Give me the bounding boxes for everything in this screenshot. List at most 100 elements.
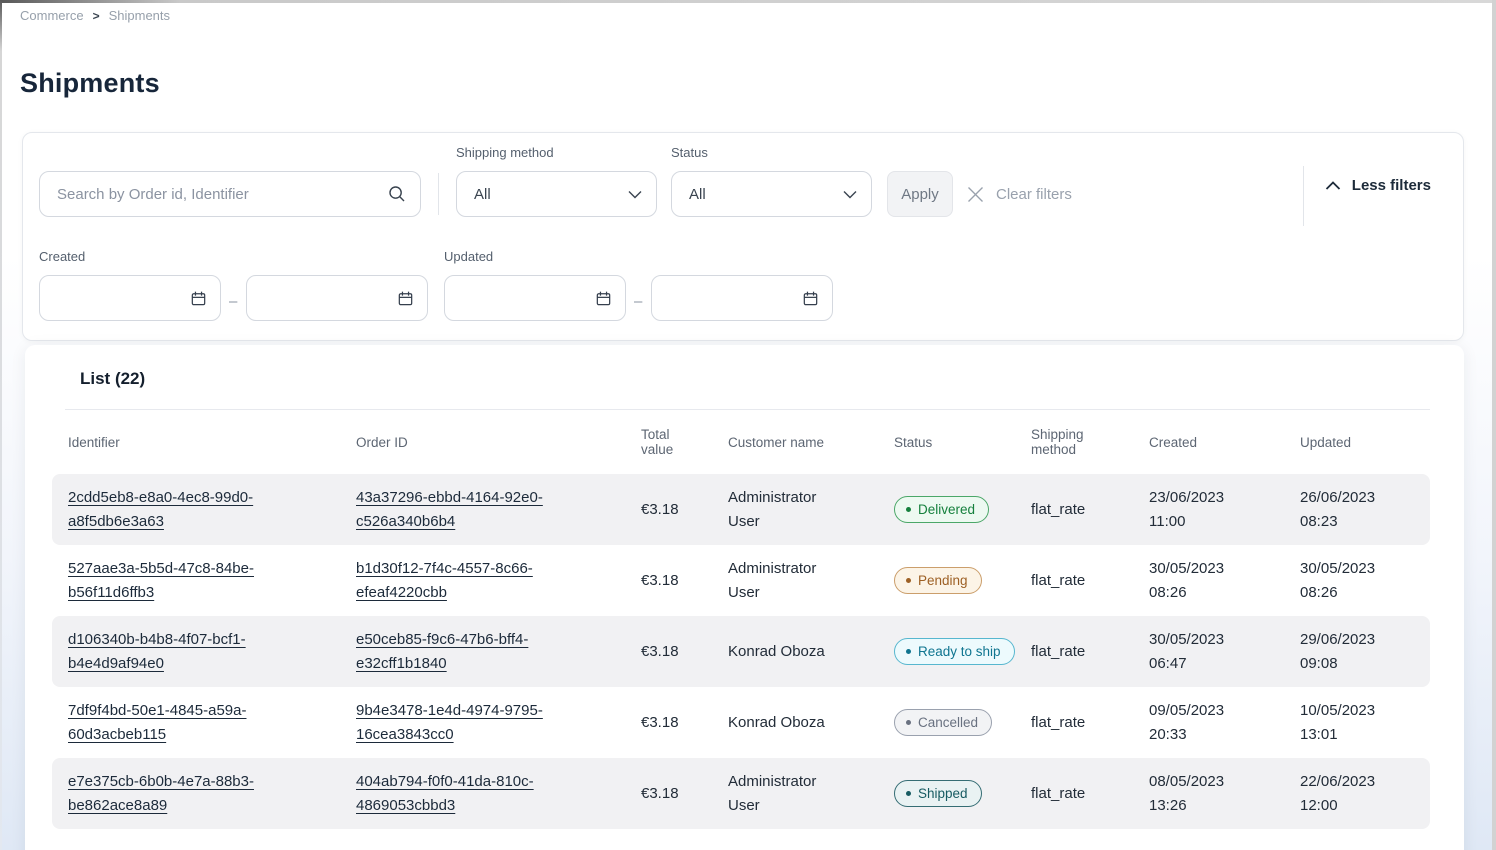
customer-name-cell: Konrad Oboza [728,630,894,674]
updated-cell: 10/05/2023 13:01 [1300,689,1430,757]
column-header-label: Updated [1300,435,1351,450]
shipping-method-value: flat_rate [1031,501,1085,518]
column-header-label: Total value [641,427,687,457]
column-header-label: Order ID [356,435,408,450]
order-id-link[interactable]: b1d30f12-7f4c-4557-8c66-efeaf4220cbb [356,557,568,605]
shipping-method-value: flat_rate [1031,785,1085,802]
total-value-cell: €3.18 [641,633,728,670]
close-icon [967,186,984,203]
customer-name-cell: Konrad Oboza [728,701,894,745]
less-filters-toggle[interactable]: Less filters [1325,177,1431,194]
clear-filters-button[interactable]: Clear filters [967,171,1072,217]
shipping-method-select[interactable]: All [456,171,657,217]
status-badge: Delivered [894,496,989,523]
identifier-cell: 7df9f4bd-50e1-4845-a59a-60d3acbeb115 [68,689,356,757]
customer-name: Administrator User [728,557,846,605]
created-value: 30/05/2023 06:47 [1149,628,1249,676]
status-badge: Shipped [894,780,982,807]
clear-filters-label: Clear filters [996,186,1072,203]
updated-cell: 30/05/2023 08:26 [1300,547,1430,615]
identifier-link[interactable]: 527aae3a-5b5d-47c8-84be-b56f11d6ffb3 [68,557,280,605]
status-badge: Pending [894,567,982,594]
created-value: 09/05/2023 20:33 [1149,699,1249,747]
column-header-order-id: Order ID [356,435,641,450]
updated-value: 10/05/2023 13:01 [1300,699,1400,747]
column-header-identifier: Identifier [68,435,356,450]
total-value: €3.18 [641,643,679,660]
calendar-icon[interactable] [801,289,820,313]
updated-filter-label: Updated [444,249,493,264]
table-row: 527aae3a-5b5d-47c8-84be-b56f11d6ffb3 b1d3… [52,545,1430,616]
table-header-row: Identifier Order ID Total value Customer na… [52,410,1430,474]
filters-panel: Shipping method All Status All Apply [22,132,1464,341]
breadcrumb-separator-icon: > [93,9,100,23]
updated-from-input[interactable] [444,275,626,321]
total-value: €3.18 [641,785,679,802]
table-row: d106340b-b4b8-4f07-bcf1-b4e4d9af94e0 e50c… [52,616,1430,687]
apply-button[interactable]: Apply [887,171,953,217]
order-id-link[interactable]: 404ab794-f0f0-41da-810c-4869053cbbd3 [356,770,568,818]
status-badge: Ready to ship [894,638,1015,665]
updated-cell: 26/06/2023 08:23 [1300,476,1430,544]
column-header-label: Identifier [68,435,120,450]
column-header-customer-name: Customer name [728,435,894,450]
column-header-created: Created [1149,435,1300,450]
order-id-cell: 9b4e3478-1e4d-4974-9795-16cea3843cc0 [356,689,641,757]
identifier-link[interactable]: 7df9f4bd-50e1-4845-a59a-60d3acbeb115 [68,699,280,747]
order-id-link[interactable]: e50ceb85-f9c6-47b6-bff4-e32cff1b1840 [356,628,568,676]
status-cell: Shipped [894,770,1031,817]
customer-name: Konrad Oboza [728,711,825,735]
identifier-cell: 2cdd5eb8-e8a0-4ec8-99d0-a8f5db6e3a63 [68,476,356,544]
chevron-down-icon [628,186,642,203]
status-dot-icon [906,578,911,583]
shipping-method-value: All [474,186,491,203]
order-id-cell: e50ceb85-f9c6-47b6-bff4-e32cff1b1840 [356,618,641,686]
filter-divider [438,173,439,215]
identifier-cell: e7e375cb-6b0b-4e7a-88b3-be862ace8a89 [68,760,356,828]
search-input[interactable] [39,171,421,217]
status-label: Ready to ship [918,644,1001,659]
search-icon [387,184,407,209]
table-row: e7e375cb-6b0b-4e7a-88b3-be862ace8a89 404a… [52,758,1430,829]
shipping-method-cell: flat_rate [1031,491,1149,528]
status-badge: Cancelled [894,709,992,736]
order-id-cell: 43a37296-ebbd-4164-92e0-c526a340b6b4 [356,476,641,544]
updated-value: 29/06/2023 09:08 [1300,628,1400,676]
order-id-link[interactable]: 9b4e3478-1e4d-4974-9795-16cea3843cc0 [356,699,568,747]
updated-value: 22/06/2023 12:00 [1300,770,1400,818]
total-value: €3.18 [641,714,679,731]
shipping-method-value: flat_rate [1031,572,1085,589]
customer-name-cell: Administrator User [728,547,894,615]
window-frame-top [0,0,1496,3]
status-dot-icon [906,720,911,725]
identifier-link[interactable]: e7e375cb-6b0b-4e7a-88b3-be862ace8a89 [68,770,280,818]
created-from-input[interactable] [39,275,221,321]
created-to-input[interactable] [246,275,428,321]
identifier-link[interactable]: d106340b-b4b8-4f07-bcf1-b4e4d9af94e0 [68,628,280,676]
status-label: Shipped [918,786,968,801]
updated-cell: 22/06/2023 12:00 [1300,760,1430,828]
updated-value: 26/06/2023 08:23 [1300,486,1400,534]
order-id-cell: 404ab794-f0f0-41da-810c-4869053cbbd3 [356,760,641,828]
calendar-icon[interactable] [594,289,613,313]
order-id-link[interactable]: 43a37296-ebbd-4164-92e0-c526a340b6b4 [356,486,568,534]
status-label: Cancelled [918,715,978,730]
shipping-method-value: flat_rate [1031,643,1085,660]
filter-divider [1303,166,1304,226]
total-value-cell: €3.18 [641,562,728,599]
identifier-link[interactable]: 2cdd5eb8-e8a0-4ec8-99d0-a8f5db6e3a63 [68,486,280,534]
column-header-label: Shipping method [1031,427,1097,457]
breadcrumb-commerce[interactable]: Commerce [20,8,84,23]
calendar-icon[interactable] [396,289,415,313]
status-cell: Ready to ship [894,628,1031,675]
customer-name-cell: Administrator User [728,760,894,828]
search-field [39,171,421,217]
customer-name: Administrator User [728,486,846,534]
status-select[interactable]: All [671,171,872,217]
updated-cell: 29/06/2023 09:08 [1300,618,1430,686]
created-cell: 30/05/2023 06:47 [1149,618,1300,686]
calendar-icon[interactable] [189,289,208,313]
created-cell: 30/05/2023 08:26 [1149,547,1300,615]
window-frame-left [0,0,2,850]
updated-to-input[interactable] [651,275,833,321]
